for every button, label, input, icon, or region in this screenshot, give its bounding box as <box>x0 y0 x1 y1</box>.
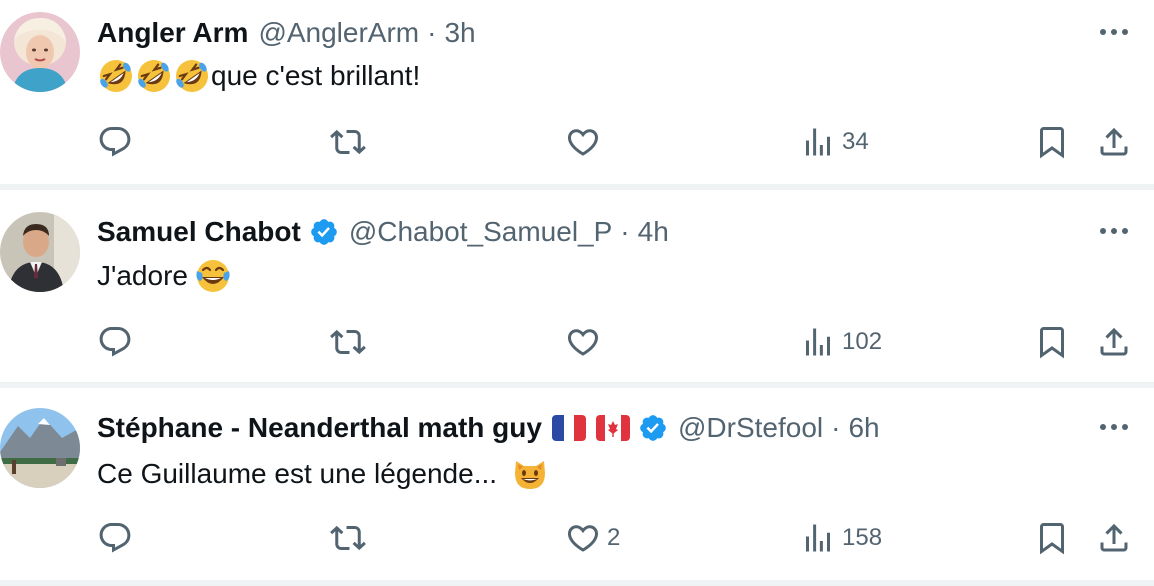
reply-icon <box>97 324 133 360</box>
reply-button[interactable] <box>97 518 133 558</box>
reply-button[interactable] <box>97 122 133 162</box>
more-icon[interactable] <box>1098 22 1130 42</box>
timestamp[interactable]: 6h <box>848 412 879 444</box>
action-bar: 102 <box>0 322 1154 362</box>
author-name[interactable]: Angler Arm <box>97 17 248 49</box>
views-button[interactable]: 102 <box>800 322 882 362</box>
share-icon <box>1096 520 1132 556</box>
timestamp[interactable]: 3h <box>444 17 475 49</box>
tweet-text: J'adore <box>97 256 232 296</box>
france-flag-icon <box>551 415 586 441</box>
author-name[interactable]: Samuel Chabot <box>97 216 301 248</box>
tweet-body: Ce Guillaume est une légende... <box>97 458 498 489</box>
reply-icon <box>97 520 133 556</box>
separator-dot: · <box>831 412 841 443</box>
views-icon <box>800 520 836 556</box>
bookmark-icon <box>1034 324 1070 360</box>
timestamp[interactable]: 4h <box>638 216 669 248</box>
like-button[interactable]: 2 <box>565 518 620 558</box>
views-icon <box>800 324 836 360</box>
tweet-text: Ce Guillaume est une légende... <box>97 454 549 494</box>
avatar[interactable] <box>0 212 80 292</box>
bookmark-button[interactable] <box>1034 122 1070 162</box>
share-button[interactable] <box>1096 122 1132 162</box>
bookmark-button[interactable] <box>1034 518 1070 558</box>
divider <box>0 580 1154 586</box>
bookmark-button[interactable] <box>1034 322 1070 362</box>
verified-badge-icon[interactable] <box>638 413 668 443</box>
rolling-on-floor-laughing-emoji <box>97 57 135 95</box>
retweet-icon <box>330 520 366 556</box>
views-count: 102 <box>842 328 883 355</box>
views-button[interactable]: 34 <box>800 122 869 162</box>
more-icon[interactable] <box>1098 417 1130 437</box>
author-handle[interactable]: @DrStefool <box>678 412 823 444</box>
retweet-button[interactable] <box>330 322 366 362</box>
retweet-icon <box>330 124 366 160</box>
grinning-cat-emoji <box>511 455 549 493</box>
canada-flag-icon <box>595 415 630 441</box>
author-name[interactable]: Stéphane - Neanderthal math guy <box>97 412 542 444</box>
rolling-on-floor-laughing-emoji <box>135 57 173 95</box>
likes-count: 2 <box>607 524 621 551</box>
tweet[interactable]: Angler Arm @AnglerArm · 3h que c'est bri… <box>0 0 1154 184</box>
heart-icon <box>565 124 601 160</box>
tweet-body: que c'est brillant! <box>211 60 421 91</box>
separator-dot: · <box>620 216 630 247</box>
heart-icon <box>565 324 601 360</box>
tweet-header: Angler Arm @AnglerArm · 3h <box>97 15 476 51</box>
separator-dot: · <box>427 17 437 48</box>
author-handle[interactable]: @AnglerArm <box>258 17 419 49</box>
avatar[interactable] <box>0 12 80 92</box>
retweet-button[interactable] <box>330 122 366 162</box>
share-button[interactable] <box>1096 322 1132 362</box>
retweet-button[interactable] <box>330 518 366 558</box>
bookmark-icon <box>1034 124 1070 160</box>
share-button[interactable] <box>1096 518 1132 558</box>
like-button[interactable] <box>565 322 601 362</box>
views-count: 34 <box>842 128 869 155</box>
views-icon <box>800 124 836 160</box>
bookmark-icon <box>1034 520 1070 556</box>
views-button[interactable]: 158 <box>800 518 882 558</box>
like-button[interactable] <box>565 122 601 162</box>
action-bar: 34 <box>0 122 1154 162</box>
tweet-body: J'adore <box>97 260 188 291</box>
tweet-header: Samuel Chabot @Chabot_Samuel_P · 4h <box>97 214 669 250</box>
reply-icon <box>97 124 133 160</box>
tweet[interactable]: Samuel Chabot @Chabot_Samuel_P · 4h J'ad… <box>0 190 1154 382</box>
heart-icon <box>565 520 601 556</box>
reply-feed: Angler Arm @AnglerArm · 3h que c'est bri… <box>0 0 1154 586</box>
action-bar: 2 158 <box>0 518 1154 558</box>
avatar[interactable] <box>0 408 80 488</box>
tweet-header: Stéphane - Neanderthal math guy @DrStefo… <box>97 410 880 446</box>
author-handle[interactable]: @Chabot_Samuel_P <box>349 216 612 248</box>
retweet-icon <box>330 324 366 360</box>
verified-badge-icon[interactable] <box>309 217 339 247</box>
views-count: 158 <box>842 524 883 551</box>
share-icon <box>1096 324 1132 360</box>
more-icon[interactable] <box>1098 221 1130 241</box>
face-with-tears-of-joy-emoji <box>194 257 232 295</box>
tweet[interactable]: Stéphane - Neanderthal math guy @DrStefo… <box>0 388 1154 580</box>
tweet-text: que c'est brillant! <box>97 56 420 96</box>
rolling-on-floor-laughing-emoji <box>173 57 211 95</box>
share-icon <box>1096 124 1132 160</box>
reply-button[interactable] <box>97 322 133 362</box>
